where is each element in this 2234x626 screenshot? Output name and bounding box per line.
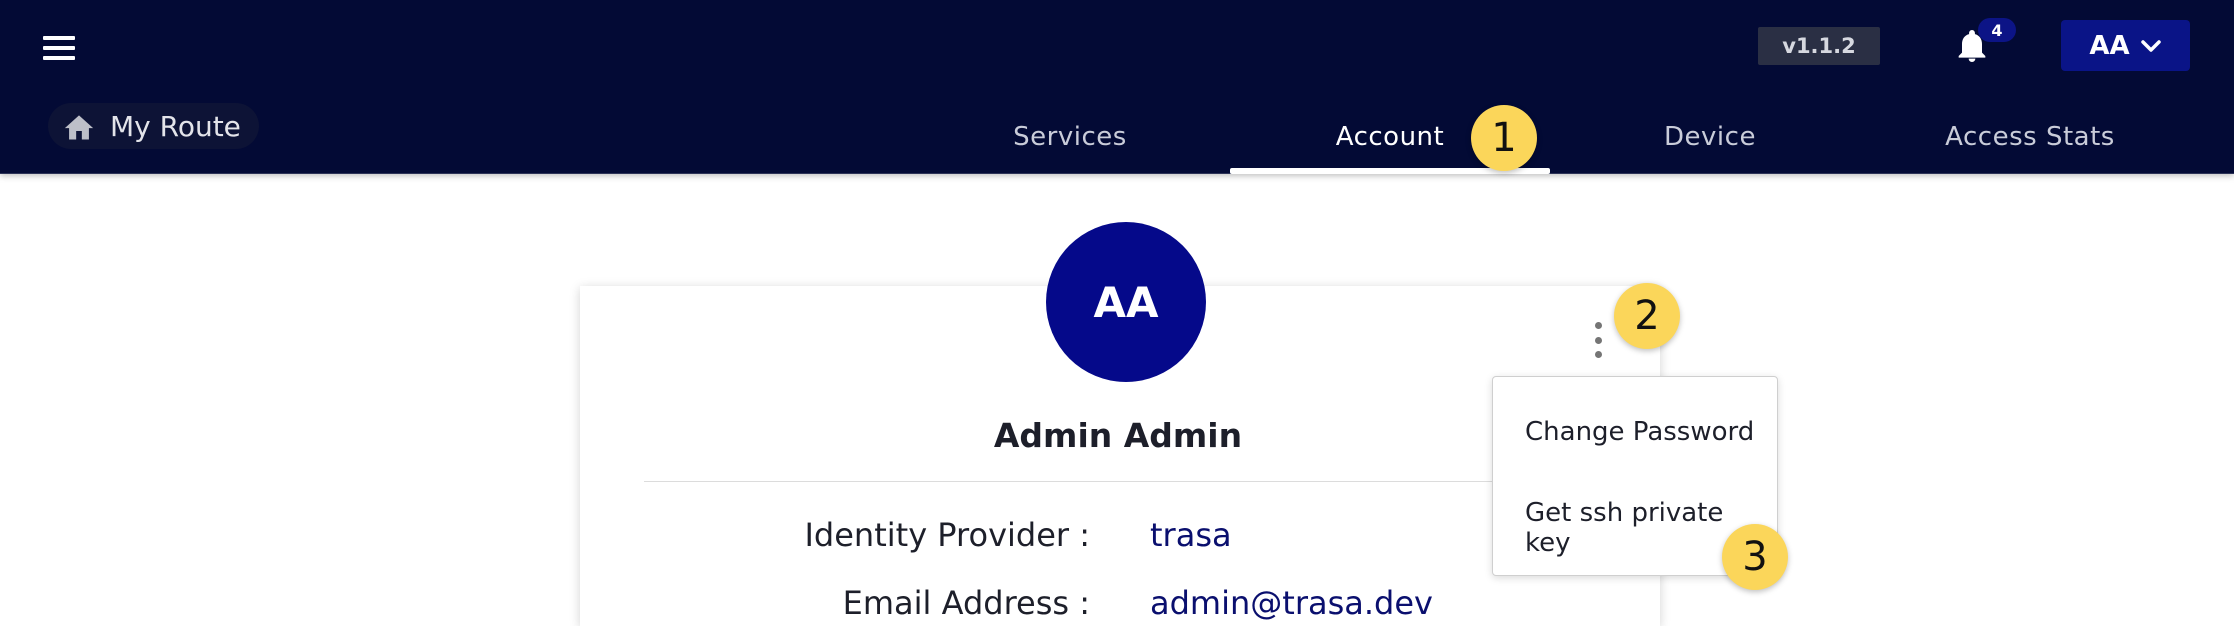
tab-account[interactable]: Account bbox=[1280, 100, 1500, 174]
more-vertical-icon[interactable] bbox=[1586, 322, 1610, 358]
notification-count-badge: 4 bbox=[1978, 18, 2016, 42]
chevron-down-icon bbox=[2140, 39, 2161, 52]
avatar: AA bbox=[1046, 222, 1206, 382]
hamburger-menu-icon[interactable] bbox=[36, 28, 82, 68]
email-address-label: Email Address : bbox=[842, 584, 1090, 622]
user-initials: AA bbox=[2089, 30, 2130, 61]
main-tabs: Services Account Device Access Stats bbox=[0, 100, 2234, 174]
divider bbox=[644, 481, 1594, 482]
step-marker-2: 2 bbox=[1614, 283, 1680, 349]
version-label: v1.1.2 bbox=[1758, 27, 1880, 65]
user-menu-button[interactable]: AA bbox=[2061, 20, 2190, 71]
top-app-bar: v1.1.2 4 AA My Route Services Account De… bbox=[0, 0, 2234, 174]
tab-services[interactable]: Services bbox=[960, 100, 1180, 174]
identity-provider-label: Identity Provider : bbox=[804, 516, 1090, 554]
step-marker-3: 3 bbox=[1722, 524, 1788, 590]
identity-provider-value: trasa bbox=[1150, 516, 1232, 554]
change-password-menu-item[interactable]: Change Password bbox=[1525, 417, 1754, 447]
tab-access-stats[interactable]: Access Stats bbox=[1910, 100, 2150, 174]
step-marker-1: 1 bbox=[1471, 105, 1537, 171]
email-address-value: admin@trasa.dev bbox=[1150, 584, 1433, 622]
tab-device[interactable]: Device bbox=[1600, 100, 1820, 174]
